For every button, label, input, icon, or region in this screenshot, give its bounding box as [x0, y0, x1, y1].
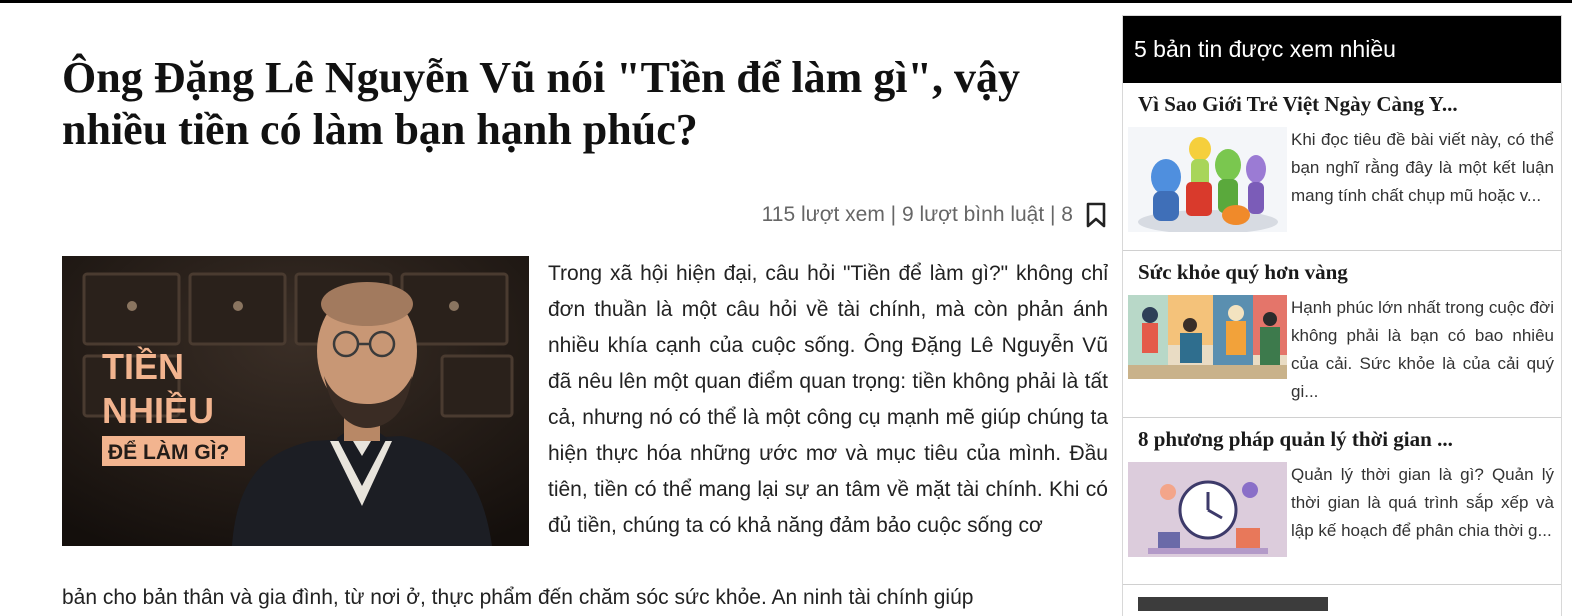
news-thumbnail[interactable]: [1128, 295, 1287, 400]
article-title: Ông Đặng Lê Nguyễn Vũ nói "Tiền để làm g…: [62, 53, 1020, 154]
article-meta: 115 lượt xem | 9 lượt bình luật | 8: [762, 200, 1107, 230]
news-thumbnail[interactable]: [1128, 127, 1287, 232]
article-stats: 115 lượt xem | 9 lượt bình luật | 8: [761, 203, 1073, 226]
top-border: [0, 0, 1572, 3]
most-viewed-sidebar: 5 bản tin được xem nhiều Vì Sao Giới Trẻ…: [1122, 15, 1562, 616]
news-title[interactable]: 8 phương pháp quản lý thời gian ...: [1138, 427, 1548, 452]
hero-text-line1: TIỀN: [102, 346, 184, 387]
news-item[interactable]: 8 phương pháp quản lý thời gian ... Quản…: [1123, 417, 1561, 584]
news-title-clipped: [1138, 597, 1328, 611]
news-item[interactable]: Sức khỏe quý hơn vàng Hạnh phúc lớn nhất…: [1123, 250, 1561, 417]
sidebar-header: 5 bản tin được xem nhiều: [1123, 16, 1561, 83]
news-item[interactable]: [1123, 584, 1561, 616]
news-title[interactable]: Sức khỏe quý hơn vàng: [1138, 260, 1548, 285]
news-title[interactable]: Vì Sao Giới Trẻ Việt Ngày Càng Y...: [1138, 92, 1548, 117]
news-item[interactable]: Vì Sao Giới Trẻ Việt Ngày Càng Y... Khi …: [1123, 83, 1561, 250]
hero-text-line3: ĐỂ LÀM GÌ?: [108, 441, 229, 464]
article-body-continued: bản cho bản thân và gia đình, từ nơi ở, …: [62, 586, 974, 609]
hero-text-line2: NHIỀU: [102, 390, 214, 431]
news-summary: Quản lý thời gian là gì? Quản lý thời gi…: [1291, 465, 1554, 540]
news-summary: Khi đọc tiêu đề bài viết này, có thể bạn…: [1291, 130, 1554, 205]
article-hero-image: TIỀN NHIỀU ĐỂ LÀM GÌ?: [62, 256, 529, 546]
article-body: Trong xã hội hiện đại, câu hỏi "Tiền để …: [548, 262, 1108, 537]
news-summary: Hạnh phúc lớn nhất trong cuộc đời không …: [1291, 298, 1554, 401]
news-thumbnail[interactable]: [1128, 462, 1287, 567]
bookmark-icon[interactable]: [1085, 202, 1107, 228]
